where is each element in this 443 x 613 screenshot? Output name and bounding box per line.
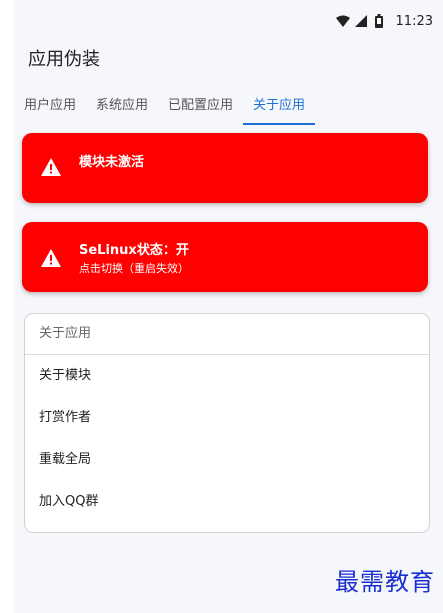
- watermark: 最需教育: [335, 568, 435, 596]
- tab-system-apps[interactable]: 系统应用: [86, 88, 158, 123]
- alert-title: SeLinux状态：开: [79, 243, 189, 258]
- page-title: 应用伪装: [28, 49, 100, 70]
- about-card: 关于应用 关于模块 打赏作者 重载全局 加入QQ群: [24, 313, 430, 533]
- warning-icon: [40, 157, 62, 177]
- tab-user-apps[interactable]: 用户应用: [14, 88, 86, 123]
- alert-title: 模块未激活: [79, 155, 145, 170]
- menu-item-about-module[interactable]: 关于模块: [25, 355, 429, 397]
- signal-icon: [354, 14, 368, 28]
- module-inactive-alert[interactable]: 模块未激活: [22, 133, 428, 203]
- menu-item-join-qq-group[interactable]: 加入QQ群: [25, 481, 429, 523]
- menu-item-reload-global[interactable]: 重载全局: [25, 439, 429, 481]
- tab-bar: 用户应用 系统应用 已配置应用 关于应用: [14, 88, 443, 125]
- tab-about-app[interactable]: 关于应用: [243, 88, 316, 125]
- selinux-alert[interactable]: SeLinux状态：开 点击切换（重启失效）: [22, 222, 428, 292]
- wifi-icon: [335, 14, 350, 28]
- tab-configured-apps[interactable]: 已配置应用: [158, 88, 243, 123]
- app-screen: 11:23 应用伪装 用户应用 系统应用 已配置应用 关于应用 模块未激活 Se…: [14, 0, 443, 613]
- menu-item-tip-author[interactable]: 打赏作者: [25, 397, 429, 439]
- status-bar: 11:23: [335, 10, 433, 32]
- alert-subtitle: 点击切换（重启失效）: [79, 262, 189, 275]
- battery-icon: [372, 14, 386, 28]
- warning-icon: [40, 248, 62, 268]
- status-time: 11:23: [395, 13, 433, 29]
- card-header: 关于应用: [25, 314, 429, 355]
